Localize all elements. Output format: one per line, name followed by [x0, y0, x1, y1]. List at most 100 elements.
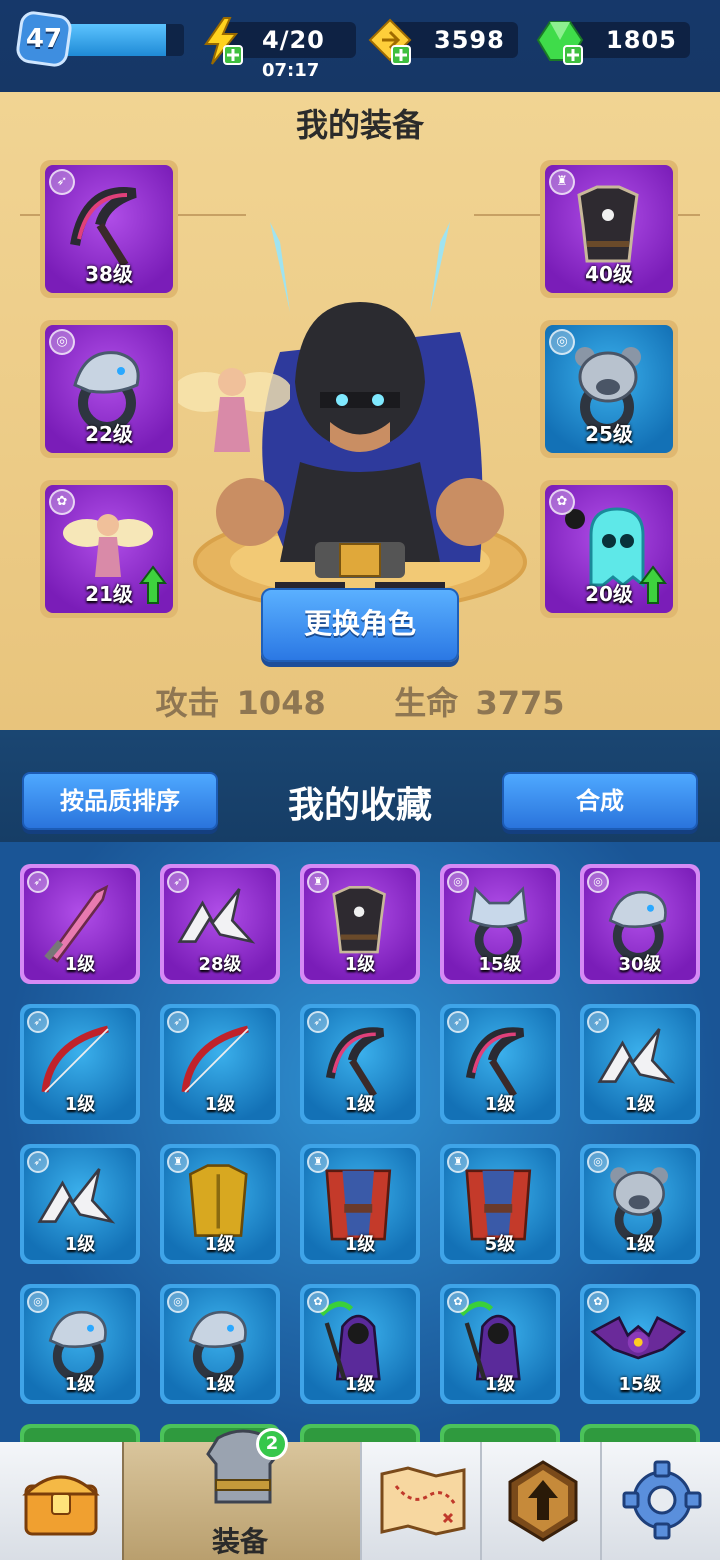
slot-background: ◎ 25级: [545, 325, 673, 453]
collection-item[interactable]: ➶ 1级: [300, 1004, 420, 1124]
player-level: 47: [25, 24, 63, 54]
item-level: 15级: [478, 954, 522, 975]
slot-background: ✿ 20级: [545, 485, 673, 613]
gold-coin-icon: [368, 18, 412, 65]
ring-icon: ◎: [167, 1291, 189, 1313]
nav-tab-map[interactable]: [360, 1442, 480, 1560]
change-character-button[interactable]: 更换角色: [261, 588, 459, 662]
item-level: 1级: [64, 1374, 96, 1395]
equipment-slot-pet-1[interactable]: ✿ 21级: [40, 480, 178, 618]
weapon-icon: ➶: [27, 1151, 49, 1173]
collection-item[interactable]: ♜ 1级: [300, 864, 420, 984]
equipment-slot-weapon[interactable]: ➶ 38级: [40, 160, 178, 298]
item-level: 1级: [64, 954, 96, 975]
map-icon: [380, 1466, 466, 1536]
item-background: ♜ 1级: [164, 1148, 276, 1260]
ring-icon: ◎: [587, 1151, 609, 1173]
weapon-icon: ➶: [167, 871, 189, 893]
xp-bar-fill: [62, 24, 166, 56]
collection-item[interactable]: ➶ 28级: [160, 864, 280, 984]
ring-icon: ◎: [27, 1291, 49, 1313]
collection-item[interactable]: ♜ 1级: [160, 1144, 280, 1264]
xp-bar: [62, 24, 184, 56]
collection-item[interactable]: ➶ 1级: [20, 1004, 140, 1124]
nav-tab-shop[interactable]: [0, 1442, 122, 1560]
collection-item[interactable]: ◎ 15级: [440, 864, 560, 984]
collection-item[interactable]: ◎ 1级: [20, 1284, 140, 1404]
item-level: 1级: [344, 1374, 376, 1395]
armor-icon: ♜: [167, 1151, 189, 1173]
armor-icon: ♜: [307, 1151, 329, 1173]
item-level: 1级: [64, 1094, 96, 1115]
collection-item[interactable]: ◎ 1级: [160, 1284, 280, 1404]
chest-icon: [22, 1475, 100, 1536]
energy-lightning-icon: [204, 17, 243, 65]
hero-stats: 攻击 1048 生命 3775: [0, 678, 720, 724]
equipment-slot-pet-2[interactable]: ✿ 20级: [540, 480, 678, 618]
nav-label-equipment: 装备: [211, 1525, 268, 1558]
pet-icon: ✿: [549, 489, 575, 515]
collection-item[interactable]: ♜ 1级: [300, 1144, 420, 1264]
collection-item[interactable]: ➶ 1级: [160, 1004, 280, 1124]
item-background: ♜ 1级: [304, 1148, 416, 1260]
item-level: 1级: [204, 1234, 236, 1255]
item-level: 1级: [344, 1234, 376, 1255]
collection-item[interactable]: ➶ 1级: [20, 1144, 140, 1264]
item-background: ✿ 1级: [444, 1288, 556, 1400]
equipment-notification-badge: 2: [256, 1428, 288, 1460]
collection-item[interactable]: ➶ 1级: [440, 1004, 560, 1124]
collection-item[interactable]: ◎ 1级: [580, 1144, 700, 1264]
gear-icon: [622, 1460, 702, 1540]
ring-icon: ◎: [49, 329, 75, 355]
item-level: 25级: [585, 422, 633, 446]
collection-item[interactable]: ➶ 1级: [20, 864, 140, 984]
armor-icon: ♜: [307, 871, 329, 893]
pet-icon: ✿: [49, 489, 75, 515]
collection-item[interactable]: ✿ 15级: [580, 1284, 700, 1404]
ring-icon: ◎: [587, 871, 609, 893]
armor-icon: ♜: [447, 1151, 469, 1173]
item-background: ◎ 1级: [164, 1288, 276, 1400]
nav-tab-settings[interactable]: [600, 1442, 720, 1560]
nav-tab-upgrade[interactable]: [480, 1442, 600, 1560]
collection-item[interactable]: ➶ 1级: [580, 1004, 700, 1124]
item-level: 1级: [344, 1094, 376, 1115]
armor-icon: ♜: [549, 169, 575, 195]
weapon-icon: ➶: [27, 871, 49, 893]
ring-icon: ◎: [447, 871, 469, 893]
gold-value: 3598: [434, 26, 505, 54]
weapon-icon: ➶: [447, 1011, 469, 1033]
item-background: ◎ 1级: [584, 1148, 696, 1260]
merge-button[interactable]: 合成: [502, 772, 698, 830]
energy-timer: 07:17: [262, 60, 320, 81]
item-level: 40级: [585, 262, 633, 286]
pet-icon: ✿: [447, 1291, 469, 1313]
item-background: ➶ 1级: [304, 1008, 416, 1120]
item-background: ✿ 1级: [304, 1288, 416, 1400]
hp-value: 3775: [475, 684, 565, 722]
item-background: ◎ 1级: [24, 1288, 136, 1400]
item-level: 1级: [484, 1374, 516, 1395]
item-level: 15级: [618, 1374, 662, 1395]
slot-background: ◎ 22级: [45, 325, 173, 453]
collection-item[interactable]: ✿ 1级: [440, 1284, 560, 1404]
pet-icon: ✿: [307, 1291, 329, 1313]
item-background: ◎ 30级: [584, 868, 696, 980]
attack-label: 攻击: [155, 684, 220, 722]
upgrade-arrow-icon: [139, 565, 167, 604]
weapon-icon: ➶: [587, 1011, 609, 1033]
item-background: ◎ 15级: [444, 868, 556, 980]
slot-background: ➶ 38级: [45, 165, 173, 293]
equipment-slot-ring-2[interactable]: ◎ 25级: [540, 320, 678, 458]
item-level: 1级: [204, 1374, 236, 1395]
collection-item[interactable]: ◎ 30级: [580, 864, 700, 984]
weapon-icon: ➶: [167, 1011, 189, 1033]
equipment-slot-ring-1[interactable]: ◎ 22级: [40, 320, 178, 458]
item-level: 38级: [85, 262, 133, 286]
collection-item[interactable]: ✿ 1级: [300, 1284, 420, 1404]
item-background: ➶ 1级: [584, 1008, 696, 1120]
equipment-title: 我的装备: [295, 106, 424, 144]
collection-item[interactable]: ♜ 5级: [440, 1144, 560, 1264]
item-background: ♜ 5级: [444, 1148, 556, 1260]
equipment-slot-armor[interactable]: ♜ 40级: [540, 160, 678, 298]
